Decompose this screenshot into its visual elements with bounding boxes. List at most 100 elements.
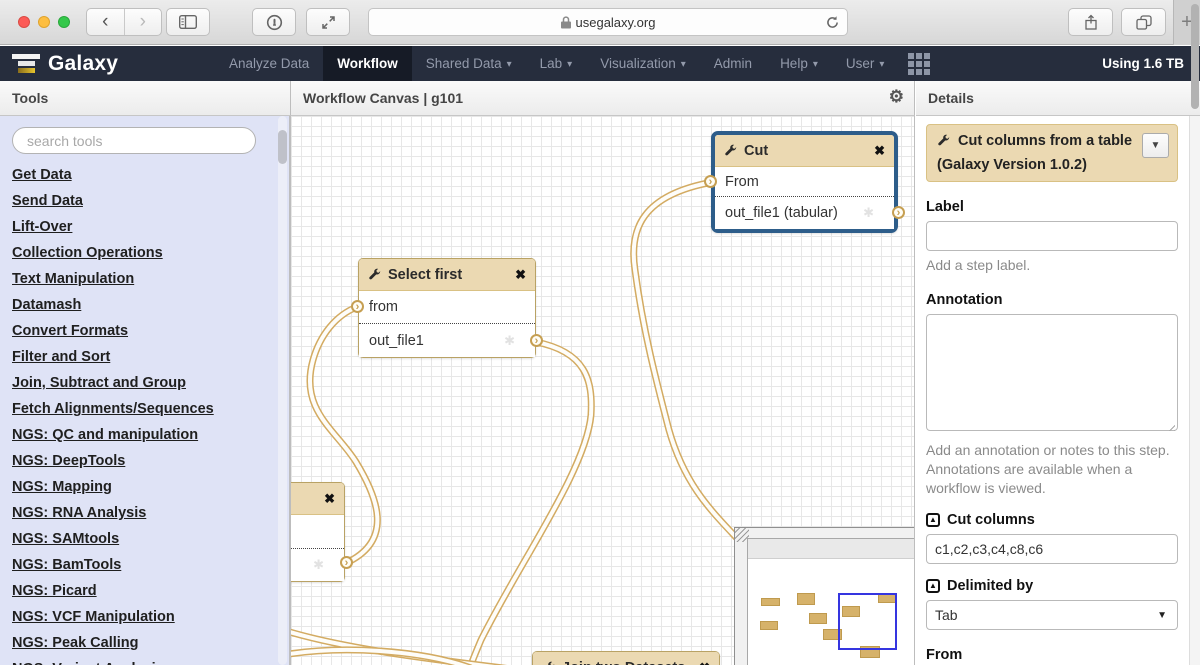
output-connector[interactable]: › (892, 206, 905, 219)
share-icon (1084, 14, 1098, 31)
tool-category-ngs-samtools[interactable]: NGS: SAMtools (12, 526, 289, 552)
tool-category-convert-formats[interactable]: Convert Formats (12, 318, 289, 344)
tool-category-ngs-peak-calling[interactable]: NGS: Peak Calling (12, 630, 289, 656)
label-heading: Label (926, 199, 1178, 215)
tool-category-send-data[interactable]: Send Data (12, 188, 289, 214)
nav-item-label: Visualization (600, 56, 676, 71)
output-connector[interactable]: › (340, 556, 353, 569)
node-input-label: From (725, 174, 759, 190)
tool-category-ngs-rna-analysis[interactable]: NGS: RNA Analysis (12, 500, 289, 526)
nav-item-label: Help (780, 56, 808, 71)
nav-item-lab[interactable]: Lab▾ (526, 46, 587, 81)
galaxy-logo[interactable]: Galaxy (0, 46, 215, 81)
tab-overview-button[interactable] (1121, 8, 1166, 36)
tool-category-get-data[interactable]: Get Data (12, 162, 289, 188)
workflow-node-join[interactable]: Join two Datasets ✖ (532, 651, 720, 665)
tool-category-ngs-mapping[interactable]: NGS: Mapping (12, 474, 289, 500)
workflow-node-partial[interactable]: ✖ ✱ › (290, 482, 345, 582)
annotation-textarea[interactable] (926, 314, 1178, 431)
url-text: usegalaxy.org (576, 15, 656, 30)
tool-category-ngs-vcf-manipulation[interactable]: NGS: VCF Manipulation (12, 604, 289, 630)
nav-item-label: Analyze Data (229, 56, 309, 71)
node-close-icon[interactable]: ✖ (699, 660, 710, 665)
fullscreen-extension-button[interactable] (306, 8, 350, 36)
details-scrollbar-thumb[interactable] (1191, 4, 1199, 109)
tool-category-datamash[interactable]: Datamash (12, 292, 289, 318)
workflow-output-toggle-icon[interactable]: ✱ (504, 333, 515, 349)
brand-name: Galaxy (48, 52, 118, 76)
tools-panel-header: Tools (0, 81, 290, 116)
sidebar-toggle-button[interactable] (166, 8, 210, 36)
tools-scrollbar-thumb[interactable] (278, 130, 287, 164)
workflow-node-cut[interactable]: Cut ✖ From › out_file1 (tabular) ✱ › (711, 131, 898, 233)
cut-columns-input[interactable] (926, 534, 1178, 564)
input-connector[interactable]: › (704, 175, 717, 188)
tool-category-ngs-qc-and-manipulation[interactable]: NGS: QC and manipulation (12, 422, 289, 448)
node-close-icon[interactable]: ✖ (324, 491, 335, 507)
address-bar[interactable]: usegalaxy.org (368, 8, 848, 36)
nav-item-label: Shared Data (426, 56, 502, 71)
tool-category-text-manipulation[interactable]: Text Manipulation (12, 266, 289, 292)
input-connector[interactable]: › (351, 300, 364, 313)
back-button[interactable]: ‹ (87, 9, 124, 35)
tool-category-ngs-picard[interactable]: NGS: Picard (12, 578, 289, 604)
close-window-button[interactable] (18, 16, 30, 28)
tool-category-ngs-variant-analysis[interactable]: NGS: Variant Analysis (12, 656, 289, 665)
canvas-overview-minimap[interactable] (734, 527, 915, 665)
workflow-connection-wire (634, 182, 746, 548)
reload-icon (825, 15, 840, 30)
node-close-icon[interactable]: ✖ (515, 267, 526, 283)
caret-square-icon[interactable]: ▲ (926, 579, 940, 593)
tabs-icon (1136, 15, 1152, 30)
tool-header-box: Cut columns from a table (Galaxy Version… (926, 124, 1178, 182)
from-heading: From (926, 647, 1178, 663)
tool-category-collection-operations[interactable]: Collection Operations (12, 240, 289, 266)
caret-square-icon[interactable]: ▲ (926, 513, 940, 527)
apps-grid-icon[interactable] (908, 53, 930, 75)
share-button[interactable] (1068, 8, 1113, 36)
workflow-canvas[interactable]: ✖ ✱ › Select first ✖ from › out_file1 ✱ … (290, 116, 915, 665)
minimap-viewport-rect[interactable] (838, 593, 897, 650)
nav-item-admin[interactable]: Admin (700, 46, 766, 81)
minimap-map-area[interactable] (747, 538, 915, 665)
tool-options-dropdown-button[interactable]: ▼ (1142, 133, 1169, 158)
canvas-title: Workflow Canvas | g101 (303, 90, 463, 106)
nav-item-visualization[interactable]: Visualization▾ (586, 46, 700, 81)
nav-item-help[interactable]: Help▾ (766, 46, 832, 81)
workflow-options-gear-icon[interactable]: ⚙ (889, 87, 904, 107)
step-label-input[interactable] (926, 221, 1178, 251)
tools-panel-title: Tools (12, 90, 48, 106)
delimited-by-select[interactable]: Tab ▼ (926, 600, 1178, 630)
tool-category-fetch-alignments-sequences[interactable]: Fetch Alignments/Sequences (12, 396, 289, 422)
wrench-icon (368, 268, 382, 282)
workflow-output-toggle-icon[interactable]: ✱ (313, 557, 324, 573)
tool-category-lift-over[interactable]: Lift-Over (12, 214, 289, 240)
tool-category-ngs-bamtools[interactable]: NGS: BamTools (12, 552, 289, 578)
onepassword-extension-button[interactable] (252, 8, 296, 36)
nav-item-workflow[interactable]: Workflow (323, 46, 412, 81)
tool-search-input[interactable] (12, 127, 256, 154)
zoom-window-button[interactable] (58, 16, 70, 28)
node-title: Cut (744, 143, 768, 159)
nav-item-analyze-data[interactable]: Analyze Data (215, 46, 323, 81)
canvas-panel-header: Workflow Canvas | g101 ⚙ (290, 81, 915, 116)
tool-category-join-subtract-and-group[interactable]: Join, Subtract and Group (12, 370, 289, 396)
onepassword-icon (266, 14, 283, 31)
forward-button[interactable]: › (124, 9, 162, 35)
workflow-output-toggle-icon[interactable]: ✱ (863, 205, 874, 221)
reload-button[interactable] (825, 15, 840, 33)
history-nav-group: ‹ › (86, 8, 162, 36)
tools-scrollbar-track[interactable] (278, 116, 287, 665)
tool-category-filter-and-sort[interactable]: Filter and Sort (12, 344, 289, 370)
tool-category-list: Get DataSend DataLift-OverCollection Ope… (0, 160, 289, 665)
nav-item-shared-data[interactable]: Shared Data▾ (412, 46, 526, 81)
details-scrollbar-track[interactable] (1189, 116, 1200, 665)
minimap-node (761, 598, 780, 606)
minimize-window-button[interactable] (38, 16, 50, 28)
nav-item-user[interactable]: User▾ (832, 46, 899, 81)
workflow-node-select-first[interactable]: Select first ✖ from › out_file1 ✱ › (358, 258, 536, 358)
details-panel-title: Details (928, 90, 974, 106)
tool-category-ngs-deeptools[interactable]: NGS: DeepTools (12, 448, 289, 474)
output-connector[interactable]: › (530, 334, 543, 347)
node-close-icon[interactable]: ✖ (874, 143, 885, 159)
